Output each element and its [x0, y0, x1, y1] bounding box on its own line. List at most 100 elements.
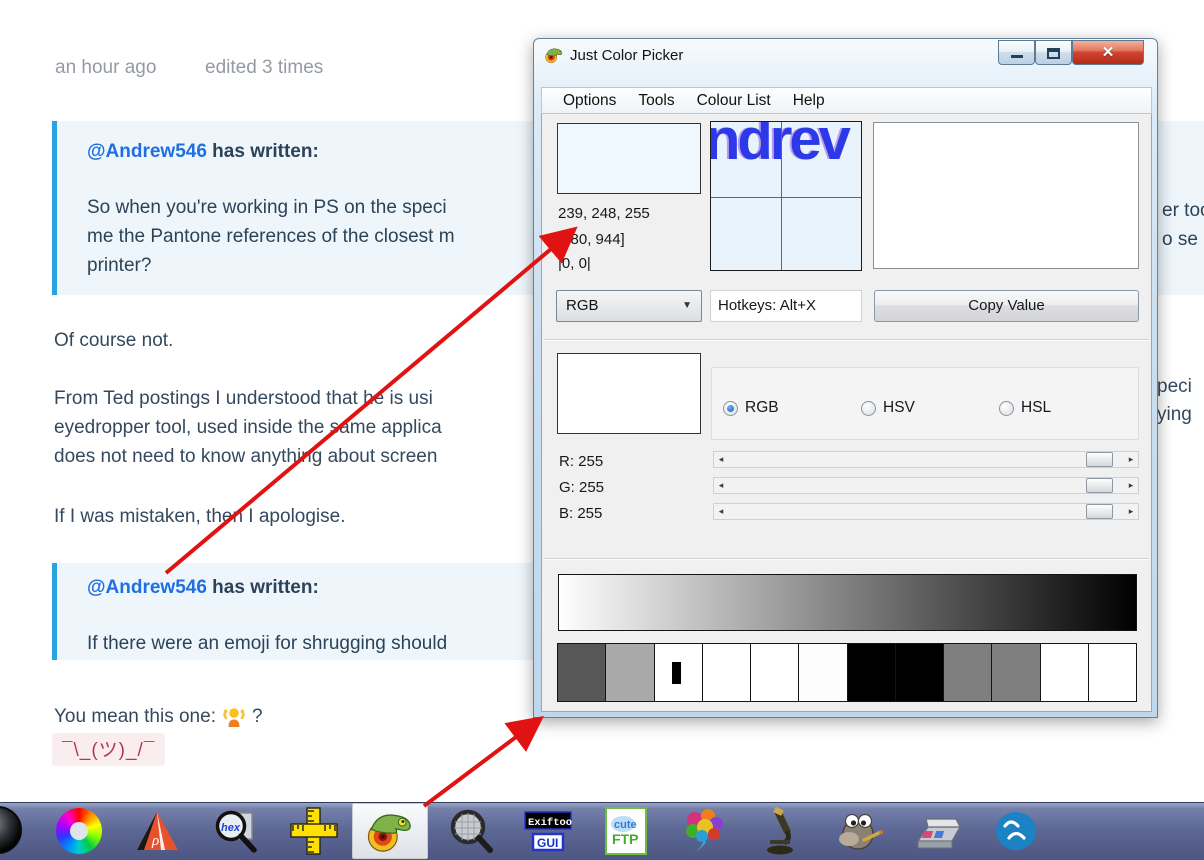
magnified-text: ndrev: [710, 121, 848, 173]
red-slider-label: R: 255: [559, 453, 603, 470]
post-paragraph: If I was mistaken, then I apologise.: [54, 506, 533, 528]
radio-label: HSV: [883, 399, 915, 417]
window-title: Just Color Picker: [570, 47, 683, 64]
menu-tools[interactable]: Tools: [627, 89, 685, 113]
format-select[interactable]: RGB▼: [556, 290, 702, 322]
post-timestamp[interactable]: an hour ago: [55, 57, 156, 79]
quote-header: @Andrew546 has written:: [87, 577, 319, 599]
hex-viewer-icon: hex: [212, 807, 260, 855]
menu-help[interactable]: Help: [782, 89, 836, 113]
slider-thumb[interactable]: [1086, 452, 1113, 467]
taskbar-icon-color-wheel[interactable]: [55, 806, 103, 856]
taskbar-icon-exiftool-gui[interactable]: Exiftool GUI: [524, 806, 572, 856]
slider-thumb[interactable]: [1086, 478, 1113, 493]
taskbar-icon-hex-viewer[interactable]: hex: [212, 806, 260, 856]
just-color-picker-window[interactable]: Just Color Picker ✕ Options Tools Colour…: [533, 38, 1158, 718]
copy-value-button[interactable]: Copy Value: [874, 290, 1139, 322]
taskbar-icon-just-color-picker-active[interactable]: [352, 803, 428, 859]
post-paragraph-line: does not need to know anything about scr…: [54, 446, 533, 468]
swatch-cell[interactable]: [1041, 644, 1089, 701]
close-button[interactable]: ✕: [1072, 40, 1144, 65]
svg-text:ρ: ρ: [151, 833, 159, 849]
swatch-cell[interactable]: [992, 644, 1040, 701]
swatch-cell[interactable]: [944, 644, 992, 701]
slider-left-arrow-icon[interactable]: ◂: [714, 478, 728, 493]
svg-text:FTP: FTP: [612, 831, 638, 847]
slider-thumb[interactable]: [1086, 504, 1113, 519]
quote-verb: has written:: [207, 577, 319, 598]
quote-author-link[interactable]: @Andrew546: [87, 577, 207, 598]
slider-right-arrow-icon[interactable]: ▸: [1124, 478, 1138, 493]
shrug-emoji: [222, 705, 246, 729]
swatch-cell[interactable]: [896, 644, 944, 701]
chameleon-icon: [367, 808, 413, 854]
slider-left-arrow-icon[interactable]: ◂: [714, 504, 728, 519]
slider-right-arrow-icon[interactable]: ▸: [1124, 504, 1138, 519]
post-paragraph-line: From Ted postings I understood that he i…: [54, 388, 533, 410]
slider-right-arrow-icon[interactable]: ▸: [1124, 452, 1138, 467]
taskbar-icon-gimp[interactable]: [836, 806, 884, 856]
blue-slider[interactable]: ◂ ▸: [713, 503, 1139, 520]
svg-text:cute: cute: [614, 819, 637, 831]
svg-text:GUI: GUI: [537, 836, 558, 850]
radio-rgb[interactable]: RGB: [723, 399, 779, 417]
quote-line-fragment: er too: [1162, 200, 1204, 222]
scanner-icon: [914, 807, 962, 855]
exiftool-gui-icon: Exiftool GUI: [524, 807, 572, 855]
menu-options[interactable]: Options: [552, 89, 627, 113]
radio-hsv[interactable]: HSV: [861, 399, 915, 417]
desktop: an hour ago edited 3 times @Andrew546 ha…: [0, 0, 1204, 860]
minimize-button[interactable]: [998, 40, 1035, 65]
swatch-cell[interactable]: [848, 644, 896, 701]
post-paragraph: You mean this one: ?: [54, 705, 263, 729]
emoji-lead-text: You mean this one:: [54, 706, 216, 728]
swatch-cell[interactable]: [655, 644, 703, 701]
arrow-to-window-corner: [424, 722, 536, 806]
post-paragraph: Of course not.: [54, 330, 533, 352]
green-slider[interactable]: ◂ ▸: [713, 477, 1139, 494]
quote-line: So when you're working in PS on the spec…: [87, 197, 538, 219]
taskbar-icon-brain[interactable]: [680, 806, 728, 856]
colour-list-box[interactable]: [873, 122, 1139, 269]
swatch-cell[interactable]: [703, 644, 751, 701]
paragraph-fragment: ying: [1157, 404, 1192, 426]
magnifier-preview: ndrev: [710, 121, 862, 271]
swatch-cell[interactable]: [1089, 644, 1136, 701]
offset-value: |0, 0|: [558, 255, 591, 272]
chevron-down-icon: ▼: [682, 291, 692, 321]
menu-bar: Options Tools Colour List Help: [541, 87, 1152, 114]
menu-colour-list[interactable]: Colour List: [686, 89, 782, 113]
prism-icon: ρ: [135, 808, 181, 854]
red-slider[interactable]: ◂ ▸: [713, 451, 1139, 468]
color-wheel-icon: [56, 808, 102, 854]
quote-line-fragment: o se: [1162, 229, 1198, 251]
hotkeys-field[interactable]: Hotkeys: Alt+X: [710, 290, 862, 322]
taskbar-icon-loupe[interactable]: [447, 806, 495, 856]
swatch-marker: [672, 662, 681, 684]
taskbar-icon-scanner[interactable]: [914, 806, 962, 856]
taskbar-icon-cuteftp[interactable]: cute FTP: [602, 806, 650, 856]
grayscale-gradient-bar[interactable]: [558, 574, 1137, 631]
quote-line: If there were an emoji for shrugging sho…: [87, 633, 538, 655]
slider-left-arrow-icon[interactable]: ◂: [714, 452, 728, 467]
quote-author-link[interactable]: @Andrew546: [87, 141, 207, 162]
swatch-cell[interactable]: [799, 644, 847, 701]
swatch-cell[interactable]: [606, 644, 654, 701]
separator: [544, 558, 1149, 560]
app-chameleon-icon: [545, 46, 563, 64]
radio-hsl[interactable]: HSL: [999, 399, 1051, 417]
maximize-button[interactable]: [1035, 40, 1072, 65]
radio-icon: [861, 401, 876, 416]
taskbar-icon-openoffice[interactable]: [992, 806, 1040, 856]
loupe-icon: [447, 807, 495, 855]
close-icon: ✕: [1073, 43, 1143, 61]
taskbar-icon-microscope[interactable]: [758, 806, 806, 856]
swatch-cell[interactable]: [558, 644, 606, 701]
taskbar-icon-prism[interactable]: ρ: [134, 806, 182, 856]
emoji-trail-text: ?: [252, 706, 263, 728]
quote-verb: has written:: [207, 141, 319, 162]
picked-color-preview: [557, 123, 701, 194]
current-color-preview: [557, 353, 701, 434]
swatch-cell[interactable]: [751, 644, 799, 701]
taskbar-icon-screen-ruler[interactable]: [290, 806, 338, 856]
